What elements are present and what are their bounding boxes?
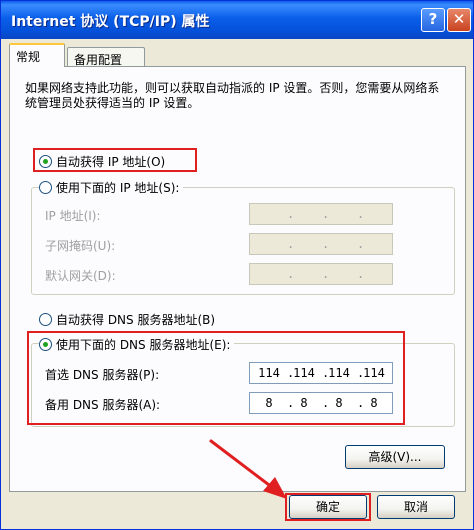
dialog-window: Internet 协议 (TCP/IP) 属性 ? ✕ 常规 备用配置 如果网络… [0,0,474,530]
tab-general[interactable]: 常规 [9,43,65,67]
red-arrow-icon [209,439,287,499]
